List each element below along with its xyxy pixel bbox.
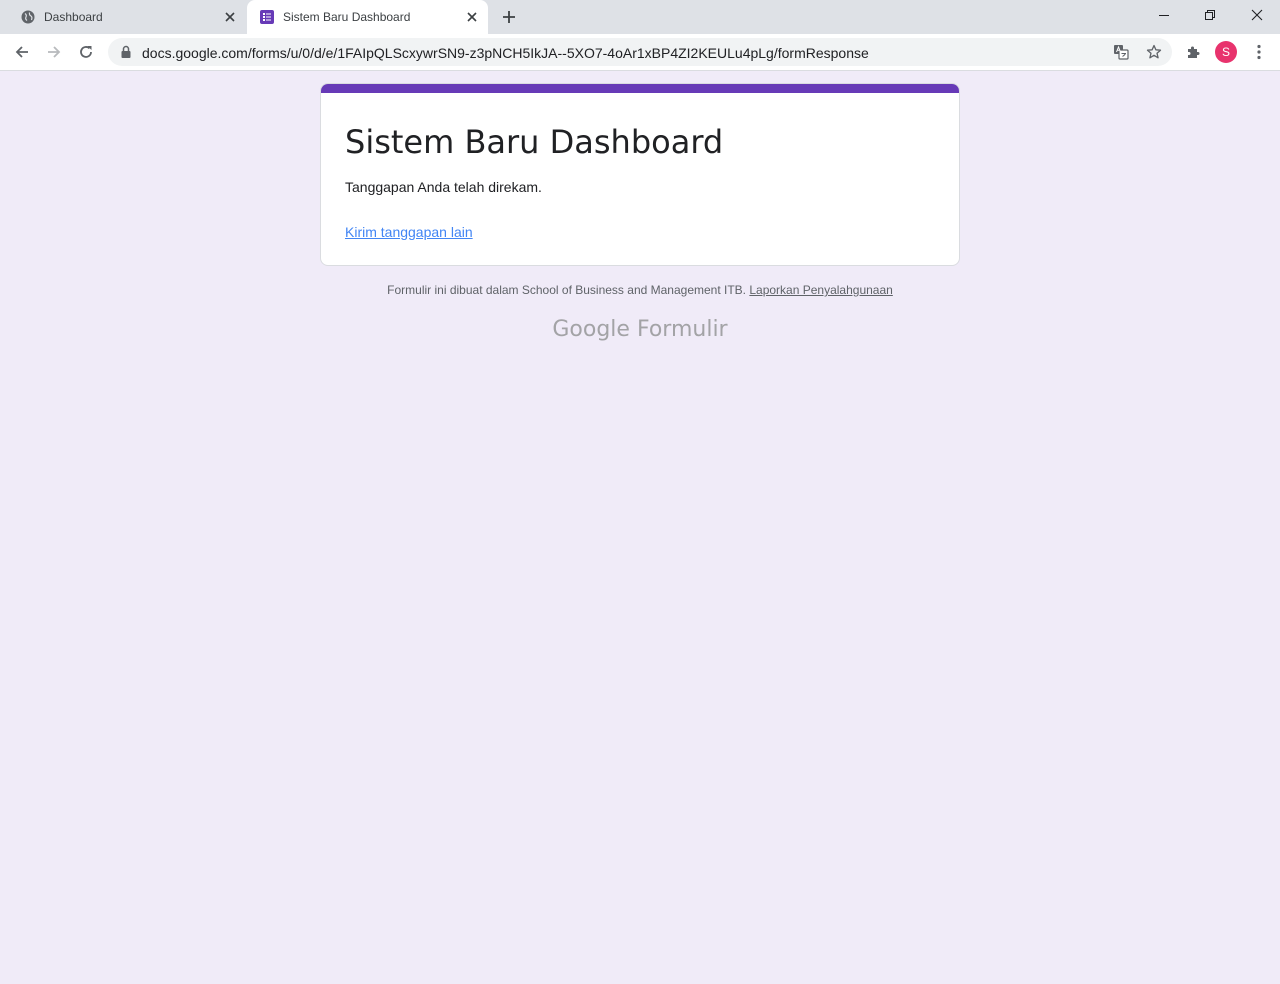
google-forms-logo[interactable]: Google Formulir [0,316,1280,344]
tab-dashboard[interactable]: Dashboard [8,0,246,34]
brand-google: Google [552,317,630,342]
extensions-button[interactable] [1182,40,1206,64]
tab-strip: Dashboard Sistem Baru Dashboard [0,0,1280,34]
back-button[interactable] [8,38,36,66]
tab-sistem-baru-dashboard[interactable]: Sistem Baru Dashboard [247,0,488,34]
minimize-button[interactable] [1141,0,1187,30]
tab-title: Dashboard [44,10,103,24]
forward-button[interactable] [40,38,68,66]
close-tab-icon[interactable] [220,7,240,27]
new-tab-button[interactable] [497,6,521,28]
plus-icon [503,11,515,23]
more-vert-icon [1257,44,1261,60]
arrow-left-icon [15,46,28,58]
url-text: docs.google.com/forms/u/0/d/e/1FAIpQLScx… [142,45,869,61]
form-accent-bar [321,84,959,93]
arrow-right-icon [48,46,61,58]
google-forms-icon [259,9,275,25]
restore-icon [1205,10,1215,20]
browser-toolbar: docs.google.com/forms/u/0/d/e/1FAIpQLScx… [0,34,1280,71]
minimize-icon [1159,15,1169,16]
confirmation-message: Tanggapan Anda telah direkam. [345,179,542,195]
form-title: Sistem Baru Dashboard [345,123,724,161]
tab-title: Sistem Baru Dashboard [283,10,411,24]
close-window-button[interactable] [1234,0,1280,30]
close-icon [1251,9,1263,21]
puzzle-icon [1188,46,1200,58]
restore-button[interactable] [1187,0,1233,30]
bookmark-star-icon[interactable] [1145,43,1163,61]
lock-icon [120,45,132,64]
reload-icon [80,46,92,58]
reload-button[interactable] [72,38,100,66]
browser-menu-button[interactable] [1247,40,1271,64]
close-tab-icon[interactable] [462,7,482,27]
form-footer-note: Formulir ini dibuat dalam School of Busi… [0,282,1280,298]
report-abuse-link[interactable]: Laporkan Penyalahgunaan [749,283,892,297]
brand-product: Formulir [636,317,728,342]
address-bar[interactable]: docs.google.com/forms/u/0/d/e/1FAIpQLScx… [108,38,1172,66]
form-confirmation-card: Sistem Baru Dashboard Tanggapan Anda tel… [320,83,960,266]
footer-text: Formulir ini dibuat dalam School of Busi… [387,283,747,297]
translate-icon[interactable] [1112,43,1130,61]
submit-another-response-link[interactable]: Kirim tanggapan lain [345,222,473,242]
profile-avatar[interactable]: S [1215,41,1237,63]
globe-icon [20,9,36,25]
